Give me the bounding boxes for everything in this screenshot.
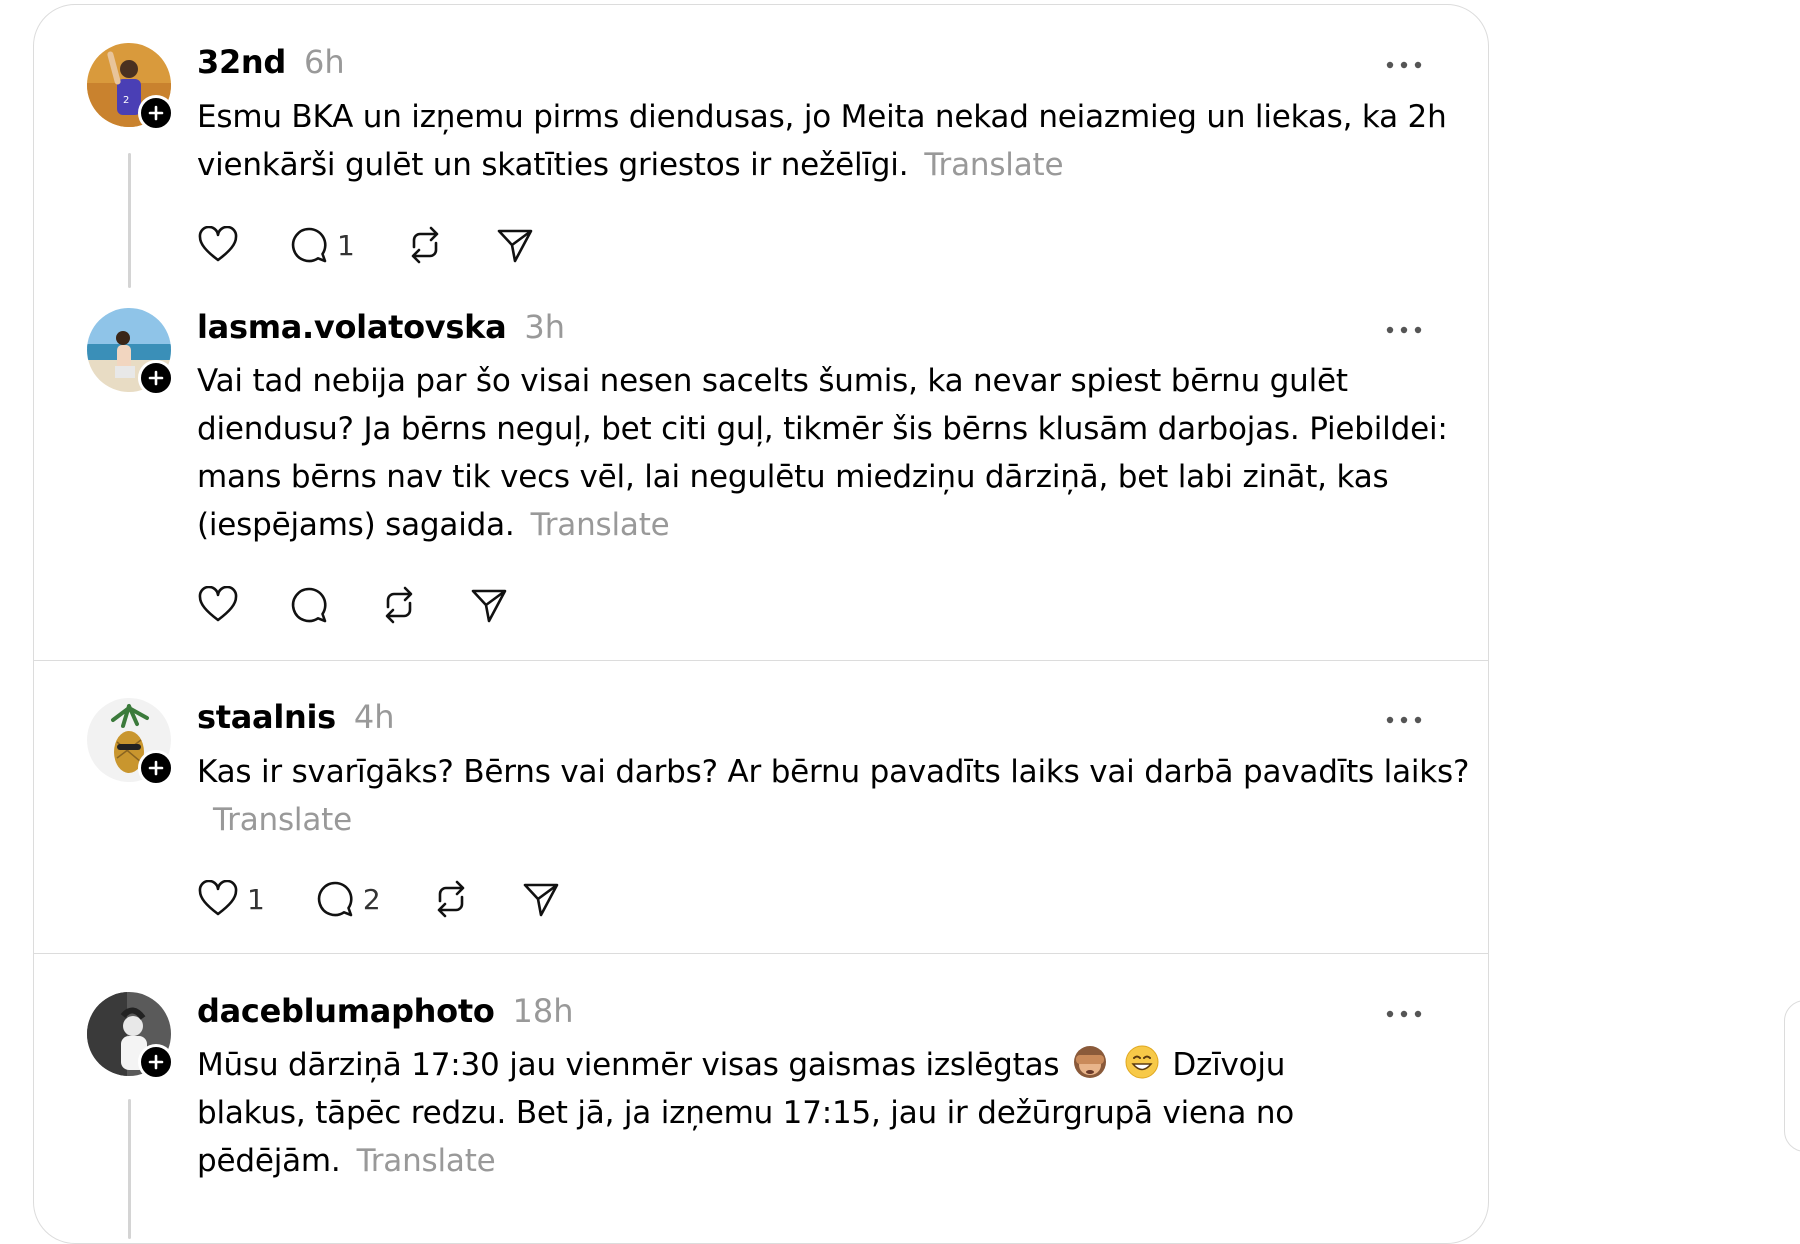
post-text: Kas ir svarīgāks? Bērns vai darbs? Ar bē… [197,754,1470,838]
action-bar: 1 2 [197,879,611,919]
timestamp[interactable]: 18h [513,992,574,1030]
share-button[interactable] [521,879,561,919]
comment-icon [317,881,353,917]
more-icon[interactable] [1384,59,1424,71]
timestamp[interactable]: 4h [354,698,395,736]
repost-icon [411,226,439,264]
reply-count: 2 [362,882,381,916]
reply-button[interactable]: 2 [315,879,381,919]
heart-icon [198,226,238,262]
like-button[interactable] [197,226,239,264]
follow-button[interactable] [138,1044,174,1080]
divider [34,660,1488,661]
follow-button[interactable] [138,750,174,786]
reply-button[interactable]: 1 [289,225,355,265]
plus-icon [148,1054,164,1070]
send-icon [497,229,533,263]
post-text: Esmu BKA un izņemu pirms diendusas, jo M… [197,99,1447,183]
reply-count: 1 [337,228,355,262]
like-button[interactable]: 1 [197,880,265,918]
plus-icon [148,370,164,386]
action-bar [197,585,559,625]
more-icon[interactable] [1384,714,1424,726]
share-button[interactable] [469,585,509,625]
divider [34,953,1488,954]
username[interactable]: daceblumaphoto [197,992,495,1030]
timestamp[interactable]: 3h [524,308,565,346]
comment-icon [291,227,327,263]
svg-text:2: 2 [123,95,129,106]
more-icon[interactable] [1384,1008,1424,1020]
translate-link[interactable]: Translate [924,147,1063,183]
username[interactable]: lasma.volatovska [197,308,507,346]
grinning-face-icon [1125,1045,1159,1079]
follow-button[interactable] [138,95,174,131]
comment-icon [291,587,327,623]
side-panel-edge [1784,1000,1800,1152]
repost-button[interactable] [431,879,471,919]
reply-button[interactable] [289,585,329,625]
thread-line [128,1099,131,1239]
heart-icon [198,586,238,622]
thread-line [128,153,131,288]
action-bar: 1 [197,225,585,265]
repost-button[interactable] [405,225,445,265]
more-icon[interactable] [1384,324,1424,336]
plus-icon [148,760,164,776]
post-text: Vai tad nebija par šo visai nesen sacelt… [197,363,1448,543]
like-button[interactable] [197,586,239,624]
follow-button[interactable] [138,360,174,396]
translate-link[interactable]: Translate [531,507,670,543]
like-count: 1 [247,882,265,916]
send-icon [471,589,507,623]
repost-icon [437,880,464,918]
timestamp[interactable]: 6h [304,43,345,81]
username[interactable]: 32nd [197,43,286,81]
heart-icon [198,880,238,916]
translate-link[interactable]: Translate [357,1143,496,1179]
thread-feed: 2 32nd 6h Esmu BKA un izņemu pirms diend… [33,4,1489,1244]
repost-icon [385,586,413,624]
plus-icon [148,105,164,121]
share-button[interactable] [495,225,535,265]
post-text: Mūsu dārziņā 17:30 jau vienmēr visas gai… [197,1041,1317,1185]
send-icon [523,883,558,917]
username[interactable]: staalnis [197,698,336,736]
translate-link[interactable]: Translate [213,802,352,838]
see-no-evil-monkey-icon [1074,1046,1107,1078]
repost-button[interactable] [379,585,419,625]
